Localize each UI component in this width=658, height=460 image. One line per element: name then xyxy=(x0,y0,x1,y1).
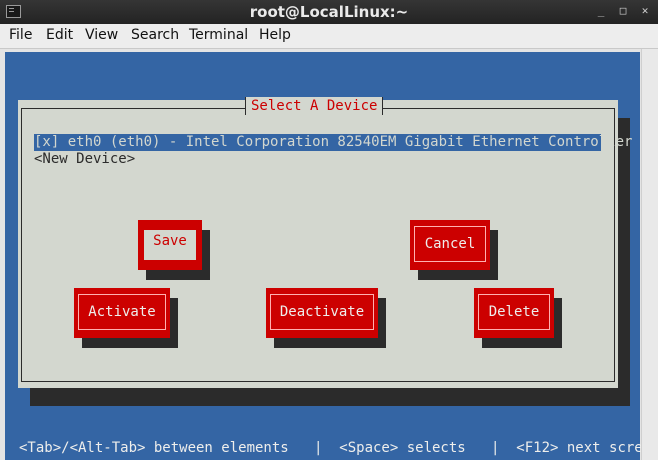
close-icon[interactable]: ✕ xyxy=(638,4,652,18)
window-title: root@LocalLinux:~ xyxy=(249,3,409,21)
menu-search[interactable]: Search xyxy=(131,27,179,43)
terminal-scrollbar[interactable] xyxy=(641,49,658,460)
maximize-icon[interactable]: □ xyxy=(616,4,630,18)
activate-button[interactable]: Activate xyxy=(74,288,170,338)
select-device-dialog: Select A Device [x] eth0 (eth0) - Intel … xyxy=(18,97,632,388)
menu-view[interactable]: View xyxy=(85,27,118,43)
menu-help[interactable]: Help xyxy=(259,27,291,43)
save-button[interactable]: Save xyxy=(138,220,202,270)
window-titlebar[interactable]: root@LocalLinux:~ _ □ ✕ xyxy=(0,0,658,24)
device-list-item-new[interactable]: <New Device> xyxy=(34,151,135,168)
menu-edit[interactable]: Edit xyxy=(46,27,73,43)
menu-terminal[interactable]: Terminal xyxy=(189,27,248,43)
menu-bar: File Edit View Search Terminal Help xyxy=(0,24,658,49)
dialog-title: Select A Device xyxy=(245,97,384,115)
minimize-icon[interactable]: _ xyxy=(594,4,608,18)
deactivate-button-label: Deactivate xyxy=(270,294,374,330)
deactivate-button[interactable]: Deactivate xyxy=(266,288,378,338)
cancel-button-label: Cancel xyxy=(414,226,486,262)
terminal-screen[interactable]: Select A Device [x] eth0 (eth0) - Intel … xyxy=(5,52,658,460)
device-list-item-eth0[interactable]: [x] eth0 (eth0) - Intel Corporation 8254… xyxy=(34,134,632,151)
cancel-button[interactable]: Cancel xyxy=(410,220,490,270)
status-line: <Tab>/<Alt-Tab> between elements | <Spac… xyxy=(19,440,658,456)
menu-file[interactable]: File xyxy=(9,27,32,43)
activate-button-label: Activate xyxy=(78,294,166,330)
delete-button-label: Delete xyxy=(478,294,550,330)
terminal-area[interactable]: Select A Device [x] eth0 (eth0) - Intel … xyxy=(0,49,658,460)
delete-button[interactable]: Delete xyxy=(474,288,554,338)
save-button-label: Save xyxy=(144,230,196,260)
